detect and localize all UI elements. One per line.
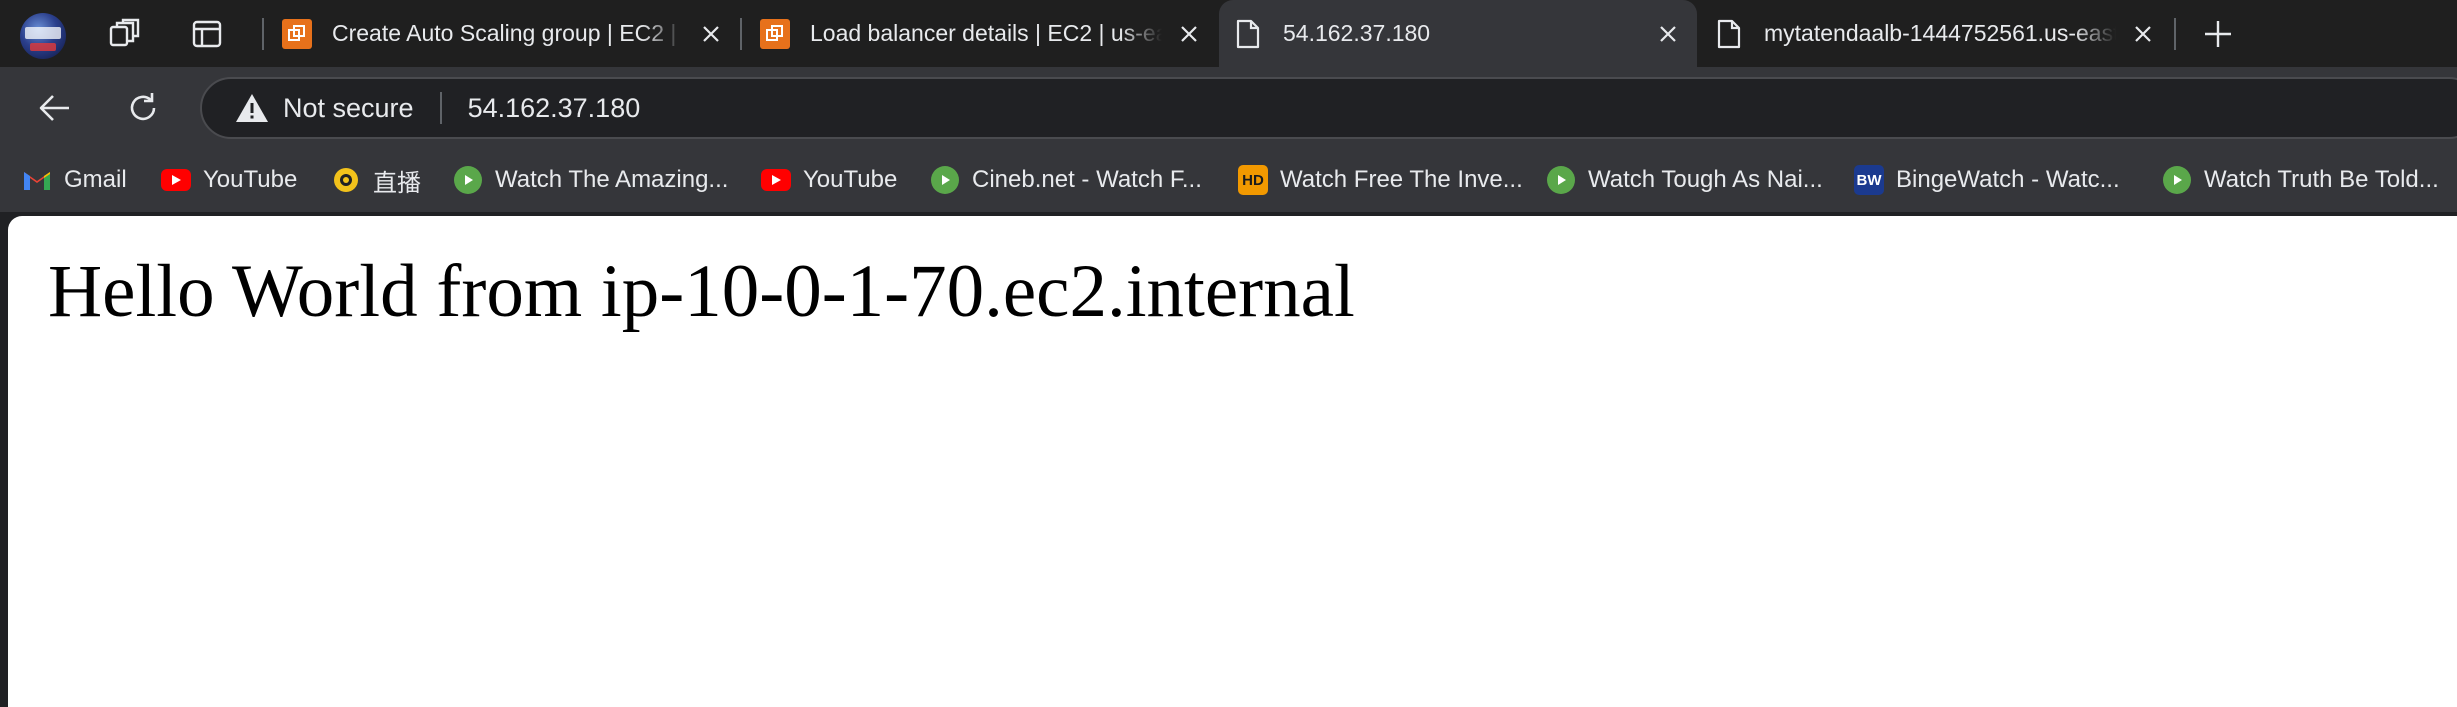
back-button[interactable] (29, 82, 81, 134)
hd-icon: HD (1238, 165, 1268, 195)
aws-icon (282, 18, 312, 49)
tab-strip: Create Auto Scaling group | EC2 | us-eas… (0, 0, 2457, 67)
bookmark-youtube-2[interactable]: YouTube (761, 160, 897, 200)
reload-icon (130, 93, 156, 121)
youtube-icon (161, 165, 191, 195)
live-icon (331, 165, 361, 195)
bookmark-watch-tough[interactable]: Watch Tough As Nai... (1546, 160, 1823, 200)
bookmark-label: Watch Free The Inve... (1280, 166, 1523, 193)
tab-load-balancer-details[interactable]: Load balancer details | EC2 | us-east-1 (746, 0, 1218, 67)
omnibox-divider (439, 92, 442, 124)
reload-button[interactable] (117, 82, 169, 134)
bookmark-label: YouTube (203, 166, 298, 193)
gmail-icon (22, 165, 52, 195)
address-bar[interactable]: Not secure (200, 77, 2457, 139)
tab-active-ip-address[interactable]: 54.162.37.180 (1219, 0, 1697, 67)
bookmark-cineb[interactable]: Cineb.net - Watch F... (930, 160, 1202, 200)
bookmark-watch-free[interactable]: HD Watch Free The Inve... (1238, 160, 1523, 200)
tab-create-auto-scaling-group[interactable]: Create Auto Scaling group | EC2 | us-eas… (268, 0, 740, 67)
bookmark-watch-the-amazing[interactable]: Watch The Amazing... (453, 160, 728, 200)
close-icon[interactable] (1653, 19, 1683, 49)
bookmark-label: 直播 (373, 169, 421, 197)
bookmarks-bar: Gmail YouTube 直播 Watch The Amazing... Yo… (0, 149, 2457, 212)
plus-icon (2205, 21, 2231, 47)
bookmark-bingewatch[interactable]: BW BingeWatch - Watc... (1854, 160, 2120, 200)
youtube-icon (761, 165, 791, 195)
tab-title: Load balancer details | EC2 | us-east-1 (810, 20, 1162, 46)
tab-title: Create Auto Scaling group | EC2 | us-eas… (332, 20, 684, 46)
bookmark-label: Watch The Amazing... (495, 166, 729, 193)
tab-title: mytatendaalb-1444752561.us-east-1.elb.am… (1764, 20, 2116, 46)
warning-icon (235, 91, 269, 125)
bookmark-watch-truth[interactable]: Watch Truth Be Told... (2162, 160, 2439, 200)
workspaces-button[interactable] (98, 9, 150, 59)
tab-separator (262, 18, 264, 50)
tab-separator (2174, 18, 2176, 50)
toolbar: Not secure (0, 67, 2457, 149)
play-icon (930, 165, 960, 195)
bookmark-live[interactable]: 直播 (331, 160, 421, 200)
back-arrow-icon (39, 95, 69, 121)
close-icon[interactable] (696, 19, 726, 49)
play-icon (1546, 165, 1576, 195)
aws-icon (760, 18, 790, 49)
bookmark-label: BingeWatch - Watc... (1896, 166, 2120, 193)
new-tab-button[interactable] (2192, 9, 2244, 59)
tab-separator (740, 18, 742, 50)
profile-avatar[interactable] (20, 13, 66, 59)
tab-alb-dns[interactable]: mytatendaalb-1444752561.us-east-1.elb.am… (1700, 0, 2172, 67)
bookmark-label: Gmail (64, 166, 127, 193)
page-viewport: Hello World from ip-10-0-1-70.ec2.intern… (8, 216, 2457, 707)
bookmark-label: Watch Tough As Nai... (1588, 166, 1823, 193)
url-input[interactable] (467, 92, 1668, 124)
tab-actions-icon (192, 20, 222, 48)
site-info-button[interactable]: Not secure (235, 91, 414, 125)
page-heading: Hello World from ip-10-0-1-70.ec2.intern… (48, 250, 1355, 333)
tab-title: 54.162.37.180 (1283, 20, 1431, 46)
bw-icon: BW (1854, 165, 1884, 195)
bookmark-label: Watch Truth Be Told... (2204, 166, 2439, 193)
bookmark-gmail[interactable]: Gmail (22, 160, 127, 200)
close-icon[interactable] (2128, 19, 2158, 49)
workspaces-icon (109, 18, 140, 47)
page-icon (1233, 19, 1263, 49)
play-icon (453, 165, 483, 195)
play-icon (2162, 165, 2192, 195)
bookmark-youtube[interactable]: YouTube (161, 160, 297, 200)
page-icon (1714, 19, 1744, 49)
bookmark-label: Cineb.net - Watch F... (972, 166, 1202, 193)
bookmark-label: YouTube (803, 166, 898, 193)
close-icon[interactable] (1174, 19, 1204, 49)
security-label: Not secure (283, 92, 414, 123)
tab-actions-button[interactable] (181, 9, 233, 59)
